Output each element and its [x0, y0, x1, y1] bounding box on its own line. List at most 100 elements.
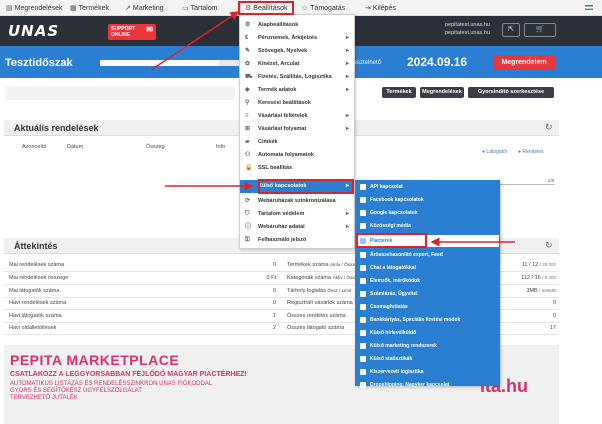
menu-item-label: Tartalom védelem — [258, 211, 305, 217]
stat-value: 3MB / 500MB — [500, 288, 556, 294]
submenu-item-price-compare[interactable]: Árösszehasonlító export, Feed — [356, 249, 499, 261]
shop-domain[interactable]: pepitatest.unas.hu — [445, 21, 490, 29]
menu-item-appearance[interactable]: ✿ Kinézet, Arculat ▸ — [240, 58, 354, 71]
submenu-item-invoicing[interactable]: Számlázás, Ügyvitel — [356, 288, 499, 300]
menu-item-store-sync[interactable]: ⟳ Webáruházak szinkronizálása — [240, 195, 354, 208]
submenu-item-analytics[interactable]: Elemzők, mérőkódok — [356, 275, 499, 287]
menu-item-label: Vásárlási folyamat — [258, 126, 307, 132]
nav-orders-label: Megrendelések — [14, 5, 63, 12]
sync-icon: ⟳ — [245, 198, 251, 204]
menu-item-languages[interactable]: ✎ Szövegek, Nyelvek ▸ — [240, 45, 354, 58]
stat-label: Havi oldalletöltések — [9, 325, 57, 331]
nav-content[interactable]: ▭ Tartalom — [182, 3, 217, 14]
nav-products-label: Termékek — [78, 5, 109, 12]
menu-item-label: Webáruház adatai — [258, 224, 305, 230]
submenu-item-label: Facebook kapcsolatok — [370, 197, 424, 203]
support-icon: ☺ — [301, 5, 309, 12]
link-icon: ⚭ — [245, 183, 251, 189]
submenu-item-google[interactable]: Google kapcsolatok — [356, 207, 499, 219]
palette-icon: ✿ — [245, 61, 251, 67]
menu-item-labels[interactable]: ▰ Címkék — [240, 136, 354, 149]
shop-domain-secondary[interactable]: pepitatest.unas.hu — [445, 29, 490, 37]
stat-value: 0 — [552, 313, 556, 319]
submenu-item-dropshipping[interactable]: Dropshipping, Nagyker kapcsolat — [356, 379, 499, 391]
refresh-icon[interactable]: ↻ — [545, 122, 553, 133]
order-now-button[interactable]: Megrendelem — [493, 55, 555, 70]
submenu-item-label: Számlázás, Ügyvitel — [370, 291, 418, 297]
stat-label: Termékek száma Aktív / Összes — [287, 262, 359, 268]
stat-value-text: 3MB — [526, 288, 538, 294]
submenu-item-card-payments[interactable]: Bankkártyás, Speciális fizetési módok — [356, 314, 499, 326]
submenu-item-marketing-systems[interactable]: Külső marketing rendszerek — [356, 340, 499, 352]
cart-button[interactable]: 🛒 — [524, 23, 556, 37]
menu-item-currencies[interactable]: € Pénznemek, Árkijelzés ▸ — [240, 32, 354, 45]
submenu-item-package-delivery[interactable]: Csomagfuttatás — [356, 301, 499, 313]
submenu-item-api[interactable]: API kapcsolat — [356, 181, 499, 193]
api-icon — [360, 184, 366, 190]
menu-item-basic-settings[interactable]: ⚙ Alapbeállítások — [240, 19, 354, 32]
submenu-item-facebook[interactable]: Facebook kapcsolatok — [356, 194, 499, 206]
cart-icon: ▤ — [6, 5, 13, 12]
stat-value-text: 11 / 12 — [521, 262, 539, 268]
nav-products[interactable]: ▦ Termékek — [70, 3, 109, 14]
stat-value: 112 / 16 / 5 000 — [500, 275, 556, 281]
submenu-item-social-media[interactable]: Közösségi média — [356, 220, 499, 232]
nav-orders[interactable]: ▤ Megrendelések — [6, 3, 63, 14]
stat-limit: / 5 000 — [542, 275, 556, 280]
tag-icon: ◆ — [245, 87, 250, 93]
menu-item-automations[interactable]: ⚇ Automata folyamatok — [240, 149, 354, 162]
products-button[interactable]: Termékek — [382, 87, 416, 98]
trial-end-date: 2024.09.16 — [407, 55, 468, 69]
column-id[interactable]: Azonosító — [22, 144, 46, 150]
analytics-icon — [360, 278, 366, 284]
language-flag-icon[interactable] — [585, 5, 593, 10]
stat-label-text: Kategóriák száma — [287, 275, 332, 281]
stat-label: Havi rendelések száma — [9, 300, 67, 306]
dropshipping-icon — [360, 382, 366, 388]
submenu-item-newsletter[interactable]: Külső hírlevélküldő — [356, 327, 499, 339]
column-date[interactable]: Dátum — [67, 144, 83, 150]
menu-item-payment-shipping[interactable]: ⛟ Fizetés, Szállítás, Logisztika ▸ — [240, 71, 354, 84]
menu-item-user-password[interactable]: ⚿ Felhasználó jelszó — [240, 234, 354, 247]
stat-value: 0 — [552, 300, 556, 306]
nav-support[interactable]: ☺ Támogatás — [301, 3, 345, 14]
refresh-icon[interactable]: ↻ — [545, 240, 553, 251]
menu-item-label: Címkék — [258, 139, 278, 145]
submenu-item-chat[interactable]: Chat a látogatókkal — [356, 262, 499, 274]
cart-icon: 🛒 — [535, 26, 545, 33]
stat-value: 0 Ft — [266, 275, 276, 281]
menu-item-content-protection[interactable]: ⛉ Tartalom védelem ▸ — [240, 208, 354, 221]
stat-note: Össz / Limit — [327, 288, 352, 293]
package-icon — [360, 304, 366, 310]
stat-label: Mai látogatók száma — [9, 288, 60, 294]
quick-edit-button[interactable]: Gyorsindító szerkesztése — [468, 87, 554, 98]
support-online-button[interactable]: SUPPORT ONLINE ✉ — [108, 24, 156, 40]
statistics-icon — [360, 356, 366, 362]
logout-icon: ⇥ — [365, 5, 371, 12]
menu-item-ssl[interactable]: 🔒 SSL beállítás — [240, 162, 354, 175]
nav-logout[interactable]: ⇥ Kilépés — [365, 3, 396, 14]
document-icon: ▭ — [182, 5, 189, 12]
menu-item-checkout[interactable]: ⊞ Vásárlási folyamat ▸ — [240, 123, 354, 136]
nav-logout-label: Kilépés — [372, 5, 396, 12]
view-store-button[interactable]: ⇱ — [502, 23, 520, 37]
menu-item-product-data[interactable]: ◆ Termék adatok ▸ — [240, 84, 354, 97]
logistics-icon — [360, 369, 366, 375]
submenu-item-logistics[interactable]: Kiszervezett logisztika — [356, 366, 499, 378]
stat-label: Mai rendelések száma — [9, 262, 65, 268]
unas-logo[interactable]: UNAS — [8, 22, 59, 40]
submenu-item-statistics[interactable]: Külső statisztikák — [356, 353, 499, 365]
menu-item-search-settings[interactable]: ⚲ Keresési beállítások — [240, 97, 354, 110]
currency-icon: € — [245, 35, 249, 41]
shop-info: pepitatest.unas.hu pepitatest.unas.hu — [445, 21, 490, 37]
menu-item-store-data[interactable]: ⓘ Webáruház adatai ▸ — [240, 221, 354, 234]
column-info[interactable]: Info — [216, 144, 225, 150]
robot-icon: ⚇ — [245, 152, 251, 158]
submenu-item-label: Kiszervezett logisztika — [370, 369, 424, 375]
orders-button[interactable]: Megrendelések — [420, 87, 464, 98]
nav-marketing[interactable]: ↗ Marketing — [125, 3, 164, 14]
menu-item-terms[interactable]: ≡ Vásárlási feltételek ▸ — [240, 110, 354, 123]
external-link-icon: ⇱ — [508, 26, 514, 33]
column-amount[interactable]: Összeg — [146, 144, 165, 150]
facebook-icon — [360, 197, 366, 203]
